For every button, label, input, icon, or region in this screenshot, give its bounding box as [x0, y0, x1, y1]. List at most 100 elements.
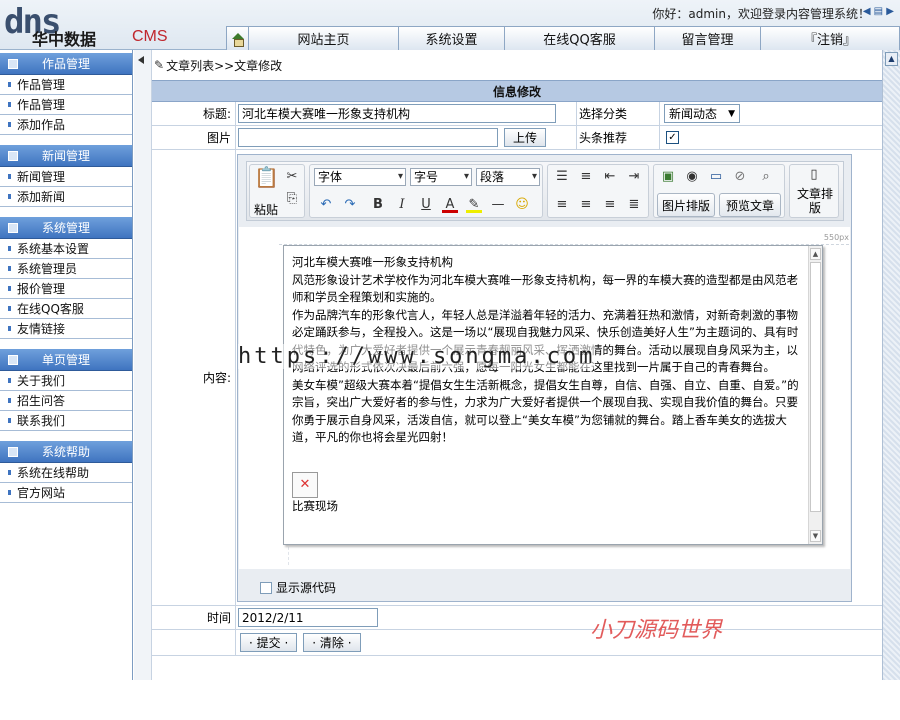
row-time: 时间: [152, 606, 882, 630]
sidebar-item-official-site[interactable]: 官方网站: [0, 483, 132, 503]
italic-icon[interactable]: I: [394, 197, 410, 213]
sidebar-item-add-work[interactable]: 添加作品: [0, 115, 132, 135]
nav-item-settings[interactable]: 系统设置: [398, 26, 504, 50]
category-select[interactable]: 新闻动态 ▼: [664, 104, 740, 123]
image-layout-button[interactable]: 图片排版: [657, 193, 715, 217]
find-icon[interactable]: ⌕: [758, 169, 774, 185]
doc-layout-button[interactable]: 文章排版: [792, 187, 838, 215]
sidebar-item-about[interactable]: 关于我们: [0, 371, 132, 391]
doc-layout-group[interactable]: ▯ 文章排版: [789, 164, 839, 218]
horizontal-rule-icon[interactable]: —: [490, 197, 506, 213]
sidebar-item-contact[interactable]: 联系我们: [0, 411, 132, 431]
highlight-icon[interactable]: ✎: [466, 197, 482, 213]
clear-button[interactable]: · 清除 ·: [303, 633, 361, 652]
home-tab[interactable]: [226, 26, 248, 50]
bullet-icon: [8, 82, 11, 87]
redo-icon[interactable]: ↷: [342, 197, 358, 213]
breadcrumb-text[interactable]: 文章列表>>文章修改: [166, 57, 282, 74]
logo: dns 华中数据 CMS: [4, 2, 174, 49]
sidebar-item-add-news[interactable]: 添加新闻: [0, 187, 132, 207]
outdent-icon[interactable]: ⇤: [602, 169, 618, 185]
unordered-list-icon[interactable]: ≡: [578, 169, 594, 185]
show-source-label: 显示源代码: [276, 581, 337, 595]
sidebar-group-pages[interactable]: 单页管理: [0, 349, 132, 371]
undo-icon[interactable]: ↶: [318, 197, 334, 213]
image-icon[interactable]: ▣: [660, 169, 676, 185]
sidebar-group-system[interactable]: 系统管理: [0, 217, 132, 239]
sidebar-item-admins[interactable]: 系统管理员: [0, 259, 132, 279]
scroll-down-icon[interactable]: ▼: [810, 530, 821, 542]
content-caption: 比赛现场: [292, 499, 338, 513]
emoticon-icon[interactable]: ☺: [514, 197, 530, 213]
document-content: 河北车模大赛唯一形象支持机构 风范形象设计艺术学校作为河北车模大赛唯一形象支持机…: [292, 254, 800, 516]
indent-icon[interactable]: ⇥: [626, 169, 642, 185]
sidebar-item-works-2[interactable]: 作品管理: [0, 95, 132, 115]
show-source-option[interactable]: 显示源代码: [260, 579, 336, 596]
sidebar-item-help[interactable]: 系统在线帮助: [0, 463, 132, 483]
table-icon[interactable]: ▭: [708, 169, 724, 185]
time-input[interactable]: [238, 608, 378, 627]
row-content: 内容: 📋 ✂ ⎘ 粘贴 字体 字号 段落 ↶ ↷ B I U: [152, 150, 882, 606]
align-right-icon[interactable]: ≡: [602, 197, 618, 213]
headline-checkbox[interactable]: ✓: [666, 131, 679, 144]
bullet-icon: [8, 398, 11, 403]
ordered-list-icon[interactable]: ☰: [554, 169, 570, 185]
sidebar-item-news[interactable]: 新闻管理: [0, 167, 132, 187]
scroll-up-icon[interactable]: ▲: [885, 52, 898, 66]
align-center-icon[interactable]: ≡: [578, 197, 594, 213]
sidebar-toggle[interactable]: [134, 50, 152, 680]
nav-item-logout[interactable]: 『注销』: [760, 26, 900, 50]
underline-icon[interactable]: U: [418, 197, 434, 213]
bold-icon[interactable]: B: [370, 197, 386, 213]
bullet-icon: [8, 122, 11, 127]
category-label: 选择分类: [576, 102, 660, 125]
page-scrollbar[interactable]: ▲: [882, 50, 900, 680]
nav-item-home[interactable]: 网站主页: [248, 26, 398, 50]
sidebar-item-faq[interactable]: 招生问答: [0, 391, 132, 411]
top-bar: dns 华中数据 CMS 你好：admin，欢迎登录内容管理系统！ ◀ ▤ ▶ …: [0, 0, 900, 50]
broken-image-icon[interactable]: ✕: [292, 472, 318, 498]
scroll-thumb[interactable]: [810, 262, 821, 512]
media-icon[interactable]: ◉: [684, 169, 700, 185]
image-path-input[interactable]: [238, 128, 498, 147]
show-source-checkbox[interactable]: [260, 581, 272, 594]
nav-item-qq[interactable]: 在线QQ客服: [504, 26, 654, 50]
sidebar-item-basic-settings[interactable]: 系统基本设置: [0, 239, 132, 259]
sidebar-item-label: 系统基本设置: [17, 242, 90, 256]
align-justify-icon[interactable]: ≣: [626, 197, 642, 213]
preview-button[interactable]: 预览文章: [719, 193, 781, 217]
nav-item-messages[interactable]: 留言管理: [654, 26, 760, 50]
font-size-select[interactable]: 字号: [410, 168, 472, 186]
font-color-icon[interactable]: A: [442, 197, 458, 213]
sidebar-item-links[interactable]: 友情链接: [0, 319, 132, 339]
ruler-label: 550px: [823, 233, 849, 242]
cut-icon[interactable]: ✂: [284, 169, 300, 185]
bullet-icon: [8, 102, 11, 107]
paste-button[interactable]: 粘贴: [254, 201, 278, 218]
sidebar-item-qq[interactable]: 在线QQ客服: [0, 299, 132, 319]
font-select[interactable]: 字体: [314, 168, 406, 186]
upload-button[interactable]: 上传: [504, 128, 547, 147]
paragraph-select[interactable]: 段落: [476, 168, 540, 186]
paragraph-group: ☰ ≡ ⇤ ⇥ ≡ ≡ ≡ ≣: [547, 164, 649, 218]
content-label: 内容:: [152, 150, 236, 605]
title-input[interactable]: [238, 104, 556, 123]
sidebar-item-label: 新闻管理: [17, 170, 66, 184]
sidebar-group-works[interactable]: 作品管理: [0, 53, 132, 75]
bullet-icon: [8, 266, 11, 271]
sidebar-group-help[interactable]: 系统帮助: [0, 441, 132, 463]
sidebar-item-quotes[interactable]: 报价管理: [0, 279, 132, 299]
link-icon[interactable]: ⊘: [732, 169, 748, 185]
editor-document[interactable]: 河北车模大赛唯一形象支持机构 风范形象设计艺术学校作为河北车模大赛唯一形象支持机…: [283, 245, 823, 545]
scroll-up-icon[interactable]: ▲: [810, 248, 821, 260]
align-left-icon[interactable]: ≡: [554, 197, 570, 213]
document-scrollbar[interactable]: ▲ ▼: [808, 246, 822, 544]
copy-icon[interactable]: ⎘: [284, 191, 300, 207]
editor-area[interactable]: 550px 河北车模大赛唯一形象支持机构 风范形象设计艺术学校作为河北车模大赛唯…: [239, 227, 850, 569]
sidebar-item-works[interactable]: 作品管理: [0, 75, 132, 95]
sidebar-group-news[interactable]: 新闻管理: [0, 145, 132, 167]
bullet-icon: [8, 326, 11, 331]
paste-icon[interactable]: 📋: [254, 167, 279, 195]
scroll-arrows[interactable]: ◀ ▤ ▶: [863, 6, 894, 17]
submit-button[interactable]: · 提交 ·: [240, 633, 298, 652]
